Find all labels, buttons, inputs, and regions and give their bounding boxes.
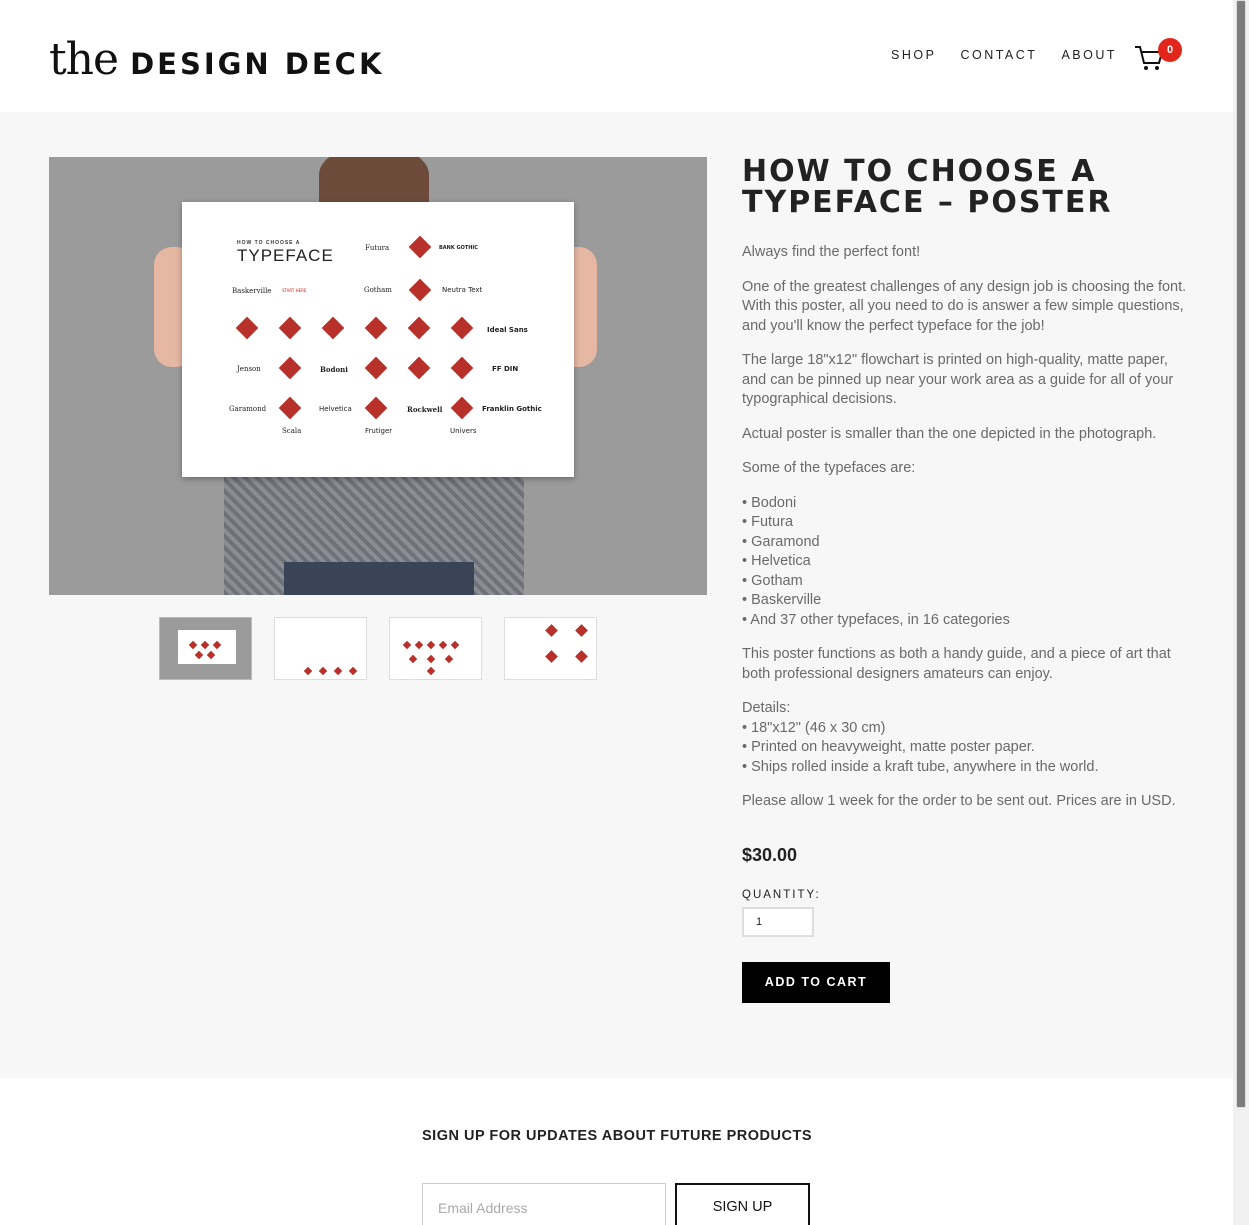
details-label: Details: <box>742 700 791 716</box>
poster-image: HOW TO CHOOSE A TYPEFACE Futura BANK GOT… <box>182 202 574 477</box>
poster-label: Baskerville <box>232 287 272 295</box>
poster-label: Bodoni <box>320 365 348 374</box>
list-item: • Helvetica <box>742 553 811 569</box>
cart-button[interactable]: 0 <box>1134 38 1184 74</box>
typeface-list: • Bodoni • Futura • Garamond • Helvetica… <box>742 494 1187 631</box>
list-item: • And 37 other typefaces, in 16 categori… <box>742 611 1010 628</box>
thumbnail-1[interactable] <box>159 617 252 680</box>
thumbnail-4[interactable] <box>504 617 597 680</box>
poster-label: Jenson <box>237 365 261 373</box>
nav-shop[interactable]: SHOP <box>891 48 936 62</box>
quantity-input[interactable]: 1 <box>742 906 814 937</box>
logo-brand: DESIGN DECK <box>130 47 385 81</box>
site-header: the DESIGN DECK SHOP CONTACT ABOUT 0 <box>0 0 1233 112</box>
poster-diamond <box>364 316 388 340</box>
poster-label: Ideal Sans <box>487 326 528 334</box>
product-price: $30.00 <box>742 844 798 865</box>
cart-count-badge: 0 <box>1158 38 1182 62</box>
poster-label: Garamond <box>229 405 267 413</box>
poster-label: START HERE <box>282 288 307 293</box>
poster-diamond <box>278 396 302 420</box>
poster-diamond <box>407 356 431 380</box>
poster-diamond <box>450 316 474 340</box>
signup-heading: SIGN UP FOR UPDATES ABOUT FUTURE PRODUCT… <box>422 1128 812 1144</box>
list-item: • Ships rolled inside a kraft tube, anyw… <box>742 758 1099 775</box>
product-description-5: This poster functions as both a handy gu… <box>742 646 1171 682</box>
poster-label: Gotham <box>364 286 392 294</box>
product-details: HOW TO CHOOSE A TYPEFACE – POSTER Always… <box>742 156 1187 1003</box>
poster-diamond <box>278 316 302 340</box>
poster-label: Franklin Gothic <box>482 405 542 413</box>
list-item: • Futura <box>742 514 794 530</box>
poster-diamond <box>450 356 474 380</box>
poster-label: BANK GOTHIC <box>439 245 478 251</box>
product-tagline: Always find the perfect font! <box>742 244 921 260</box>
newsletter-signup: SIGN UP FOR UPDATES ABOUT FUTURE PRODUCT… <box>0 1078 1233 1225</box>
list-item: • Gotham <box>742 572 803 589</box>
poster-diamond <box>278 356 302 380</box>
nav-about[interactable]: ABOUT <box>1061 48 1117 62</box>
email-field[interactable]: Email Address <box>422 1183 666 1225</box>
scrollbar[interactable] <box>1233 0 1249 1225</box>
poster-diamond <box>364 396 388 420</box>
poster-label: Helvetica <box>319 405 352 413</box>
details-list: Details: • 18"x12" (46 x 30 cm) • Printe… <box>742 699 1187 777</box>
nav-contact[interactable]: CONTACT <box>960 48 1037 62</box>
poster-diamond <box>408 235 432 259</box>
product-description-3: Actual poster is smaller than the one de… <box>742 425 1157 442</box>
poster-diamond <box>364 356 388 380</box>
poster-label: FF DIN <box>492 365 519 373</box>
list-item: • Bodoni <box>742 494 797 511</box>
poster-label: Neutra Text <box>442 286 483 294</box>
list-item: • Baskerville <box>742 592 822 608</box>
poster-diamond <box>321 316 345 340</box>
sign-up-button[interactable]: SIGN UP <box>675 1183 810 1225</box>
logo[interactable]: the DESIGN DECK <box>49 34 384 85</box>
quantity-label: QUANTITY: <box>742 888 821 901</box>
poster-diamond <box>450 396 474 420</box>
product-description-2: The large 18"x12" flowchart is printed o… <box>742 352 1174 407</box>
logo-the: the <box>49 34 119 85</box>
thumbnail-2[interactable] <box>274 617 367 680</box>
scrollbar-thumb[interactable] <box>1236 0 1246 1108</box>
product-description-1: One of the greatest challenges of any de… <box>742 278 1187 334</box>
product-title: HOW TO CHOOSE A TYPEFACE – POSTER <box>742 154 1113 220</box>
poster-label: Frutiger <box>365 427 393 435</box>
list-item: • Garamond <box>742 533 820 550</box>
add-to-cart-button[interactable]: ADD TO CART <box>742 961 890 1003</box>
product-description-6: Please allow 1 week for the order to be … <box>742 793 1176 809</box>
poster-big-title: TYPEFACE <box>237 246 334 265</box>
product-description-4: Some of the typefaces are: <box>742 460 916 476</box>
poster-label: Scala <box>282 427 302 435</box>
person-jeans <box>284 562 474 595</box>
poster-diamond <box>408 278 432 302</box>
product-section: HOW TO CHOOSE A TYPEFACE Futura BANK GOT… <box>0 112 1233 1078</box>
product-main-image[interactable]: HOW TO CHOOSE A TYPEFACE Futura BANK GOT… <box>49 157 707 595</box>
poster-diamond <box>235 316 259 340</box>
poster-label: Univers <box>450 427 477 435</box>
thumbnail-3[interactable] <box>389 617 482 680</box>
poster-label: Rockwell <box>407 405 443 414</box>
poster-label: Futura <box>365 244 390 252</box>
main-nav: SHOP CONTACT ABOUT <box>891 48 1141 62</box>
list-item: • Printed on heavyweight, matte poster p… <box>742 739 1035 755</box>
list-item: • 18"x12" (46 x 30 cm) <box>742 719 886 736</box>
poster-diamond <box>407 316 431 340</box>
thumbnail-gallery <box>159 617 597 680</box>
